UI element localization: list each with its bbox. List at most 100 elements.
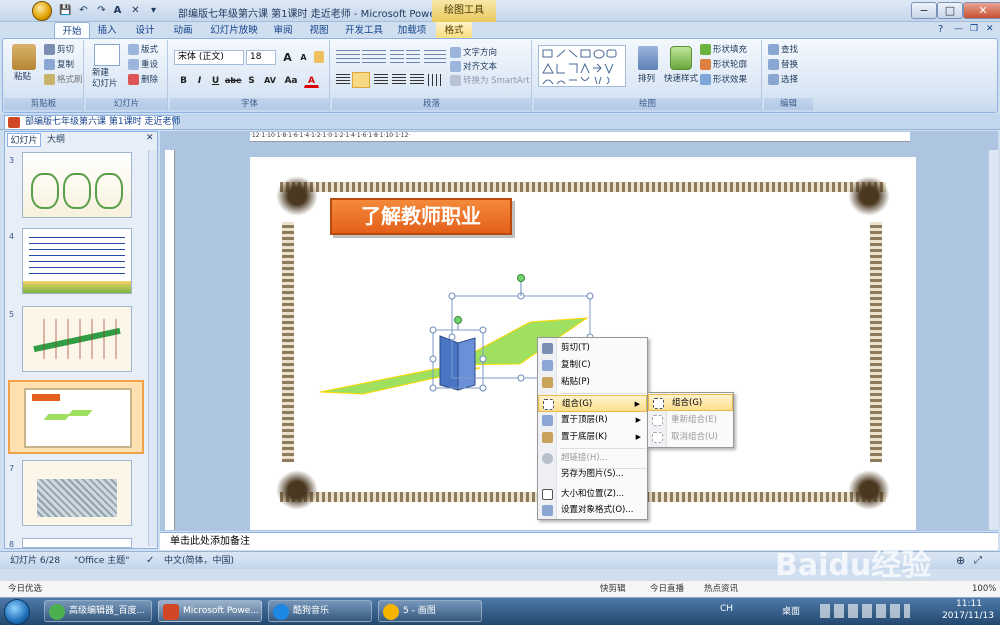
submenu-item-ungroup[interactable]: 取消组合(U) [648,429,733,446]
taskbar-button-powerpoint[interactable]: Microsoft Powe... [158,600,262,622]
desktop-toolbar[interactable]: 桌面 [782,604,800,617]
zoom-in-icon[interactable]: ⊕ [956,552,965,570]
submenu-item-regroup[interactable]: 重新组合(E) [648,412,733,429]
change-case-button[interactable]: Aa [282,73,300,88]
format-painter-button[interactable]: 格式刷 [44,73,83,87]
taskbar-button-kugou[interactable]: 酷狗音乐 [268,600,372,622]
resize-handle[interactable] [448,333,456,341]
resize-handle[interactable] [429,355,437,363]
tab-slideshow[interactable]: 幻灯片放映 [206,22,262,39]
live-link[interactable]: 今日直播 [650,581,684,598]
fit-window-icon[interactable]: ⤢ [974,552,982,570]
tab-addins[interactable]: 加载项 [394,22,430,39]
arrange-button[interactable]: 排列 [638,72,655,86]
slide-thumbnail-7[interactable] [22,460,132,526]
menu-item-format-object[interactable]: 设置对象格式(O)... [538,502,647,519]
new-slide-icon[interactable] [94,44,120,66]
new-slide-button[interactable]: 新建 幻灯片 [92,68,122,92]
maximize-button[interactable]: □ [937,2,963,19]
decrease-indent-icon[interactable] [390,50,404,64]
line-spacing-icon[interactable] [424,50,446,64]
help-icon[interactable]: ? [938,24,943,35]
tab-format[interactable]: 格式 [436,22,472,39]
shrink-font-button[interactable]: A [296,50,311,65]
tab-review[interactable]: 审阅 [268,22,298,39]
text-color-qat-icon[interactable]: A [110,3,125,18]
menu-item-group[interactable]: 组合(G) ▶ [538,395,647,412]
slide-thumbnail-4[interactable] [22,228,132,294]
clear-format-icon[interactable] [314,51,324,63]
tab-design[interactable]: 设计 [130,22,160,39]
tab-slides[interactable]: 幻灯片 [7,133,41,147]
align-center-icon[interactable] [352,72,370,88]
tab-insert[interactable]: 插入 [92,22,122,39]
font-size-combo[interactable]: 18 [246,50,276,65]
slide-thumbnail-3[interactable] [22,152,132,218]
underline-button[interactable]: U [208,73,223,88]
document-tab[interactable]: 部编版七年级第六课 第1课时 走近老师 [4,115,180,130]
bullets-icon[interactable] [336,50,360,64]
strikethrough-button[interactable]: abe [224,73,242,88]
text-direction-button[interactable]: 文字方向 [450,46,497,60]
resize-handle[interactable] [429,326,437,334]
taskbar-button-editor[interactable]: 高级编辑器_百度... [44,600,152,622]
tab-outline[interactable]: 大纲 [43,133,69,147]
replace-button[interactable]: 替换 [768,58,798,72]
numbering-icon[interactable] [362,50,386,64]
taskbar-button-paint[interactable]: 5 - 画图 [378,600,482,622]
blue-panel-right[interactable] [457,337,476,391]
font-color-button[interactable]: A [304,73,319,88]
minimize-button[interactable]: − [911,2,937,19]
menu-item-copy[interactable]: 复制(C) [538,357,647,374]
resize-handle[interactable] [586,292,594,300]
slide-thumbnail-8[interactable] [22,538,132,548]
menu-item-cut[interactable]: 剪切(T) [538,340,647,357]
tray-icons[interactable] [820,604,910,618]
shapes-gallery[interactable] [538,45,626,87]
tab-developer[interactable]: 开发工具 [340,22,388,39]
shadow-button[interactable]: S [244,73,259,88]
ribbon-minimize-icon[interactable]: — [954,24,963,34]
office-button[interactable] [32,1,52,21]
justify-icon[interactable] [392,74,406,86]
layout-button[interactable]: 版式 [128,43,158,57]
select-button[interactable]: 选择 [768,73,798,87]
paste-icon[interactable] [12,44,36,70]
align-right-icon[interactable] [374,74,388,86]
tab-home[interactable]: 开始 [54,22,90,39]
font-name-combo[interactable]: 宋体 (正文) [174,50,244,65]
quick-clip-link[interactable]: 快剪辑 [600,581,626,598]
resize-handle[interactable] [448,292,456,300]
undo-icon[interactable]: ↶ [76,3,91,18]
tab-view[interactable]: 视图 [304,22,334,39]
clock-time[interactable]: 11:11 [944,599,994,609]
clock-date[interactable]: 2017/11/13 [938,611,998,621]
italic-button[interactable]: I [192,73,207,88]
menu-item-size-position[interactable]: 大小和位置(Z)... [538,486,647,503]
submenu-item-group[interactable]: 组合(G) [648,394,733,411]
smartart-button[interactable]: 转换为 SmartArt [450,74,530,88]
save-icon[interactable]: 💾 [58,3,73,18]
quick-styles-icon[interactable] [670,46,692,70]
tab-animation[interactable]: 动画 [168,22,198,39]
ribbon-restore-icon[interactable]: ❐ [970,24,978,34]
cut-button[interactable]: 剪切 [44,43,74,57]
slide-thumbnail-5[interactable] [22,306,132,372]
theme-name[interactable]: "Office 主题" [74,552,129,570]
rotate-handle[interactable] [454,316,462,324]
customize-qat-icon[interactable]: ▾ [146,3,161,18]
resize-handle[interactable] [429,384,437,392]
char-spacing-button[interactable]: AV [260,73,280,88]
menu-item-paste[interactable]: 粘贴(P) [538,374,647,391]
shape-fill-button[interactable]: 形状填充 [700,43,747,57]
close-button[interactable]: ✕ [963,2,1000,19]
redo-icon[interactable]: ↷ [94,3,109,18]
reset-button[interactable]: 重设 [128,58,158,72]
columns-icon[interactable] [428,74,444,86]
close-pane-icon[interactable]: ✕ [146,133,154,143]
quick-styles-button[interactable]: 快速样式 [664,72,698,86]
align-text-button[interactable]: 对齐文本 [450,60,497,74]
menu-item-save-as-picture[interactable]: 另存为图片(S)... [538,466,647,483]
delete-slide-button[interactable]: 删除 [128,73,158,87]
resize-handle[interactable] [479,326,487,334]
